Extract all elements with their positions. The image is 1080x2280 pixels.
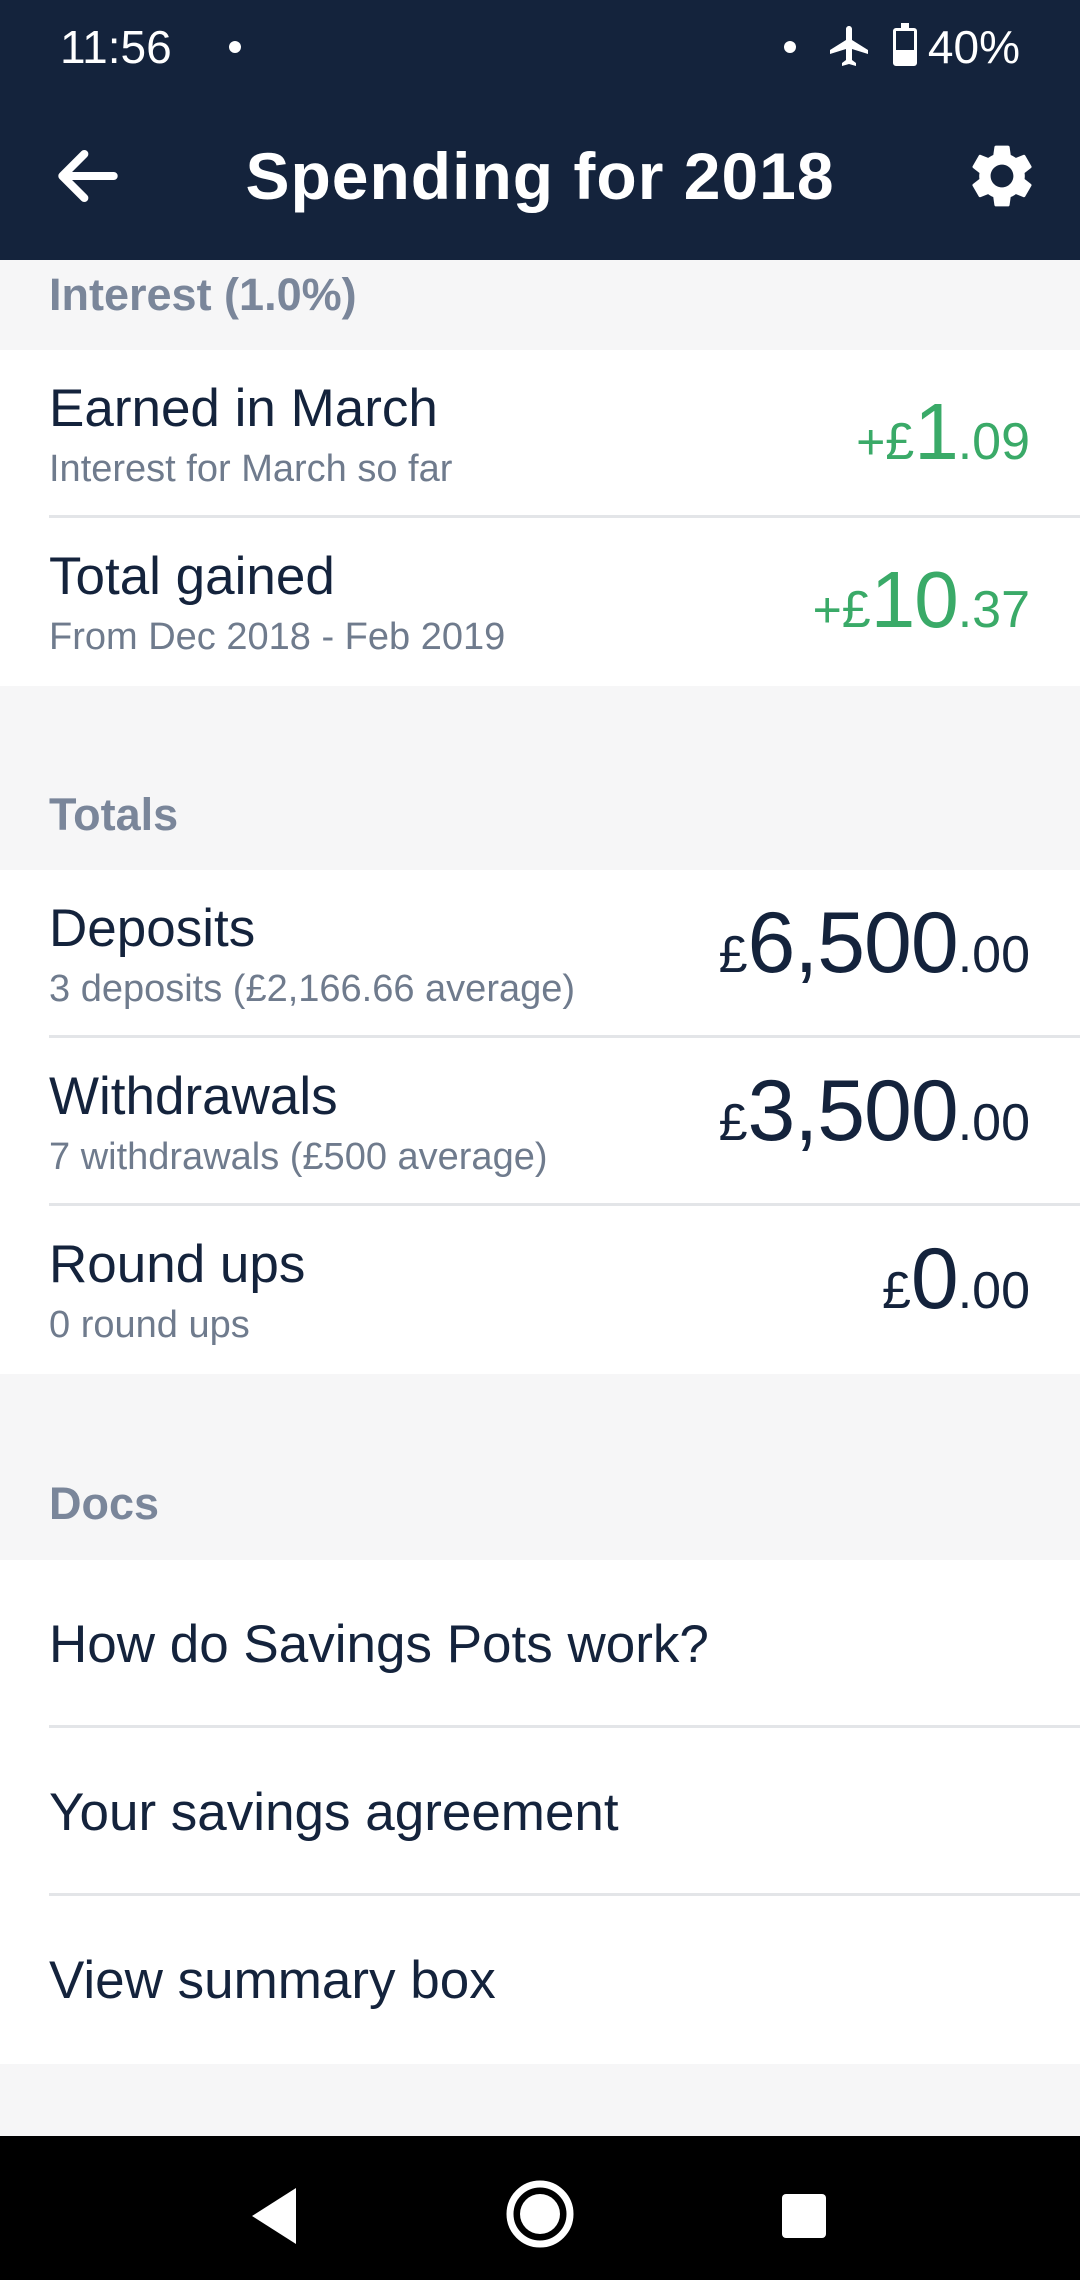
page-title: Spending for 2018 [245, 139, 835, 213]
status-time: 11:56 [60, 21, 172, 73]
amount-sign: + [812, 582, 842, 638]
amount-currency: £ [841, 581, 871, 639]
row-title: Deposits [49, 899, 256, 958]
totals-card: Deposits 3 deposits (£2,166.66 average) … [0, 870, 1080, 1374]
earned-in-march-row[interactable]: Earned in March Interest for March so fa… [0, 350, 1080, 518]
amount-minor: .00 [957, 1262, 1030, 1320]
home-circle-icon[interactable] [500, 2174, 580, 2254]
row-subtitle: From Dec 2018 - Feb 2019 [49, 616, 506, 658]
total-gained-row[interactable]: Total gained From Dec 2018 - Feb 2019 + … [0, 518, 1080, 686]
row-title: Total gained [49, 547, 335, 606]
interest-amount: + £10.37 [813, 554, 1030, 646]
docs-section-header: Docs [0, 1374, 1080, 1560]
amount-major: 0 [910, 1231, 959, 1327]
gear-icon[interactable] [964, 138, 1040, 214]
deposits-row[interactable]: Deposits 3 deposits (£2,166.66 average) … [0, 870, 1080, 1038]
battery-level-fill [896, 50, 914, 63]
airplane-mode-icon [830, 26, 868, 66]
amount-minor: .00 [957, 926, 1030, 984]
amount-major: 1 [914, 387, 958, 476]
doc-link-label: View summary box [49, 1951, 496, 2010]
amount-major: 3,500 [747, 1063, 958, 1159]
notification-dot-icon [229, 41, 241, 53]
signal-dot-icon [784, 41, 796, 53]
amount-major: 10 [870, 555, 959, 644]
battery-percentage: 40% [927, 21, 1020, 73]
interest-section-header: Interest (1.0%) [0, 260, 1080, 350]
amount-minor: .37 [957, 581, 1030, 639]
row-title: Round ups [49, 1235, 306, 1294]
amount-currency: £ [885, 413, 915, 471]
round-ups-amount: £0.00 [882, 1230, 1030, 1329]
interest-amount: + £1.09 [856, 386, 1030, 478]
doc-link-label: How do Savings Pots work? [49, 1615, 709, 1674]
row-title: Earned in March [49, 379, 438, 438]
battery-icon [893, 23, 917, 66]
row-subtitle: Interest for March so far [49, 448, 453, 490]
amount-currency: £ [881, 1262, 911, 1320]
withdrawals-amount: £3,500.00 [719, 1062, 1030, 1161]
status-bar: 11:56 40% [0, 0, 1080, 92]
amount-currency: £ [718, 926, 748, 984]
amount-minor: .09 [957, 413, 1030, 471]
amount-sign: + [856, 414, 886, 470]
withdrawals-row[interactable]: Withdrawals 7 withdrawals (£500 average)… [0, 1038, 1080, 1206]
doc-link-savings-agreement[interactable]: Your savings agreement [0, 1728, 1080, 1896]
back-triangle-icon[interactable] [240, 2176, 320, 2256]
app-bar: Spending for 2018 [0, 92, 1080, 260]
deposits-amount: £6,500.00 [719, 894, 1030, 993]
system-navigation-bar [0, 2136, 1080, 2280]
row-subtitle: 7 withdrawals (£500 average) [49, 1136, 548, 1178]
doc-link-summary-box[interactable]: View summary box [0, 1896, 1080, 2064]
round-ups-row[interactable]: Round ups 0 round ups £0.00 [0, 1206, 1080, 1374]
docs-card: How do Savings Pots work? Your savings a… [0, 1560, 1080, 2064]
amount-minor: .00 [957, 1094, 1030, 1152]
recents-square-icon[interactable] [764, 2176, 844, 2256]
row-subtitle: 3 deposits (£2,166.66 average) [49, 968, 576, 1010]
row-subtitle: 0 round ups [49, 1304, 250, 1346]
row-title: Withdrawals [49, 1067, 338, 1126]
interest-card: Earned in March Interest for March so fa… [0, 350, 1080, 686]
doc-link-label: Your savings agreement [49, 1783, 619, 1842]
amount-currency: £ [718, 1094, 748, 1152]
totals-section-header: Totals [0, 686, 1080, 870]
doc-link-how-savings-pots-work[interactable]: How do Savings Pots work? [0, 1560, 1080, 1728]
amount-major: 6,500 [747, 895, 958, 991]
